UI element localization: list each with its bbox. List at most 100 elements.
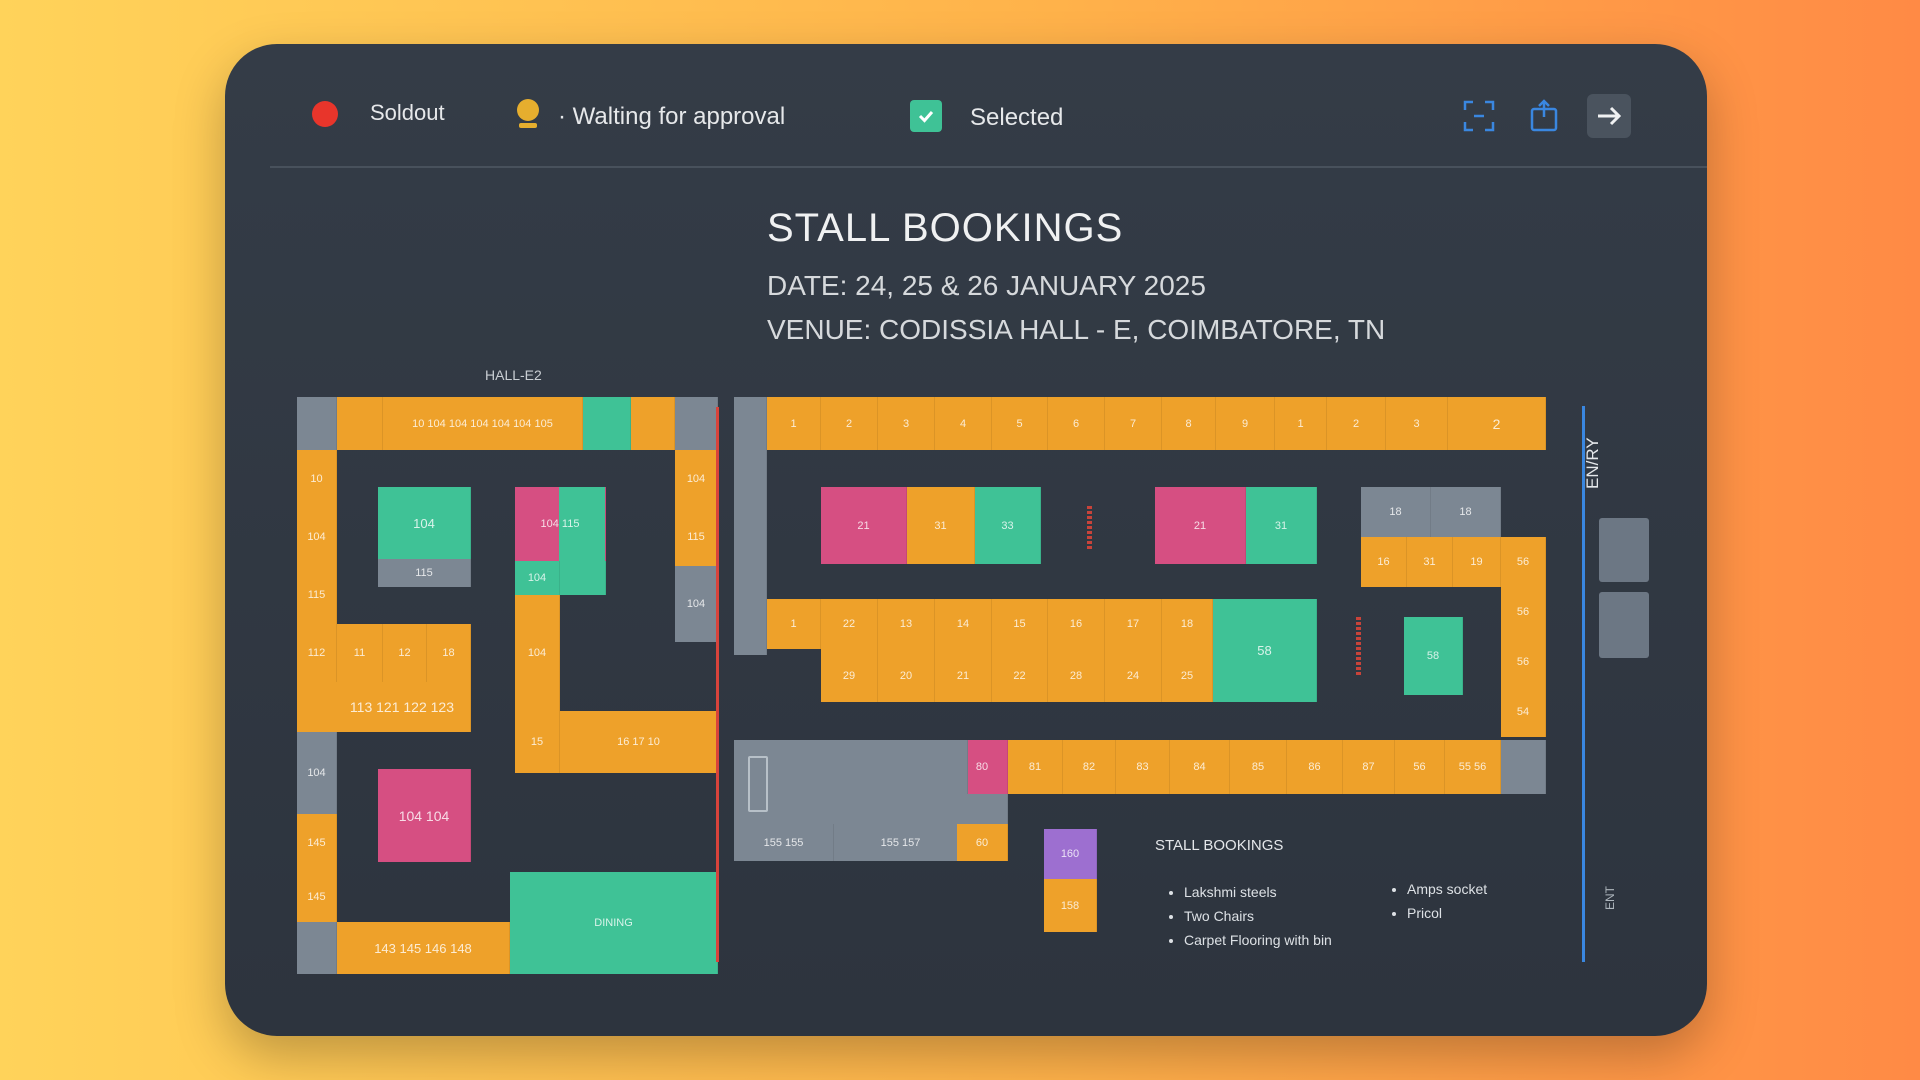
stall[interactable]: 14 [935, 599, 992, 649]
stall[interactable]: 3 [878, 397, 935, 450]
stall[interactable]: 155 155 [734, 824, 834, 861]
stall[interactable]: 15 [515, 711, 560, 773]
stall[interactable]: 12 [383, 624, 427, 682]
stall[interactable]: 1 [1275, 397, 1327, 450]
stall[interactable]: 160 [1044, 829, 1097, 879]
stall[interactable]: 112 [297, 624, 337, 682]
stall[interactable]: 56 [1501, 587, 1546, 637]
stall[interactable]: 22 [992, 649, 1048, 702]
stall[interactable] [297, 397, 337, 450]
stall[interactable]: 25 [1162, 649, 1213, 702]
entry-gate[interactable] [1599, 592, 1649, 658]
stall[interactable]: 8 [1162, 397, 1216, 450]
stall[interactable]: 21 [935, 649, 992, 702]
dining-area[interactable]: DINING [510, 872, 718, 974]
stall[interactable]: 18 [1361, 487, 1431, 537]
scan-icon[interactable] [1457, 94, 1501, 138]
stall[interactable] [957, 794, 1008, 824]
stall[interactable]: 6 [1048, 397, 1105, 450]
stall[interactable]: 24 [1105, 649, 1162, 702]
stall[interactable] [675, 397, 718, 450]
stall[interactable]: 104 [297, 732, 337, 814]
stall[interactable]: 58 [1213, 599, 1317, 702]
stall[interactable]: 82 [1063, 740, 1116, 794]
stall[interactable]: 145 [297, 872, 337, 922]
stall[interactable] [734, 397, 767, 655]
stall[interactable]: 11 [337, 624, 383, 682]
stall[interactable]: 19 [1453, 537, 1501, 587]
stall[interactable]: 55 56 [1445, 740, 1501, 794]
stall[interactable]: 104 [515, 561, 560, 595]
stall[interactable]: 10 [297, 450, 337, 508]
stall[interactable]: 115 [675, 508, 718, 566]
stall[interactable]: 104 [675, 566, 718, 642]
stall[interactable]: 86 [1287, 740, 1343, 794]
stall[interactable]: 83 [1116, 740, 1170, 794]
stall[interactable]: 115 [378, 559, 471, 587]
stall[interactable] [560, 561, 606, 595]
stall[interactable]: 104 104 [378, 769, 471, 862]
stall[interactable]: 33 [975, 487, 1041, 564]
stall[interactable]: 10 104 104 104 104 104 105 [383, 397, 583, 450]
stall[interactable]: 113 121 122 123 [297, 682, 471, 732]
stall[interactable]: 18 [1431, 487, 1501, 537]
stall[interactable] [337, 397, 383, 450]
stall[interactable] [297, 922, 337, 974]
stall[interactable]: 145 [297, 814, 337, 872]
stall[interactable]: 15 [992, 599, 1048, 649]
stall[interactable]: 56 [1501, 637, 1546, 687]
stall[interactable]: 21 [821, 487, 907, 564]
stall[interactable]: 104 [515, 595, 560, 711]
arrow-right-icon[interactable] [1587, 94, 1631, 138]
stall[interactable]: 87 [1343, 740, 1395, 794]
stall[interactable]: 155 157 [834, 824, 968, 861]
stall[interactable]: 29 [821, 649, 878, 702]
stall[interactable]: 31 [1407, 537, 1453, 587]
stall[interactable]: 84 [1170, 740, 1230, 794]
stall[interactable]: 58 [1404, 617, 1463, 695]
stall[interactable]: 13 [878, 599, 935, 649]
stall[interactable]: 22 [821, 599, 878, 649]
stall[interactable] [631, 397, 675, 450]
stall[interactable]: 115 [297, 566, 337, 624]
stall[interactable]: 9 [1216, 397, 1275, 450]
stall[interactable]: 17 [1105, 599, 1162, 649]
stall[interactable]: 1 [767, 599, 821, 649]
stall[interactable] [734, 740, 968, 824]
stall[interactable]: 54 [1501, 687, 1546, 737]
stall[interactable] [1501, 740, 1546, 794]
stall[interactable]: 18 [1162, 599, 1213, 649]
entry-gate[interactable] [1599, 518, 1649, 582]
stall[interactable] [583, 397, 631, 450]
stall[interactable]: 20 [878, 649, 935, 702]
stall[interactable]: 16 17 10 [560, 711, 718, 773]
stall[interactable]: 3 [1386, 397, 1448, 450]
stall[interactable]: 158 [1044, 879, 1097, 932]
stall[interactable]: 16 [1361, 537, 1407, 587]
stall[interactable]: 16 [1048, 599, 1105, 649]
stall[interactable]: 143 145 146 148 [337, 922, 510, 974]
stall[interactable]: 7 [1105, 397, 1162, 450]
stall[interactable]: 104 [297, 508, 337, 566]
stall[interactable]: 104 [675, 450, 718, 508]
stall[interactable]: 28 [1048, 649, 1105, 702]
stall[interactable]: 60 [957, 824, 1008, 861]
stall[interactable]: 56 [1395, 740, 1445, 794]
stall[interactable]: 81 [1008, 740, 1063, 794]
stall[interactable]: 104 115 [515, 487, 606, 561]
stall[interactable]: 104 [378, 487, 471, 559]
stall[interactable]: 56 [1501, 537, 1546, 587]
stall[interactable]: 1 [767, 397, 821, 450]
stall[interactable]: 31 [907, 487, 975, 564]
stall[interactable]: 2 [821, 397, 878, 450]
stall[interactable]: 31 [1246, 487, 1317, 564]
stall[interactable]: 18 [427, 624, 471, 682]
stall[interactable]: 85 [1230, 740, 1287, 794]
stall[interactable]: 2 [1448, 397, 1546, 450]
stall[interactable]: 5 [992, 397, 1048, 450]
stall[interactable]: 21 [1155, 487, 1246, 564]
list-item: Lakshmi steels [1184, 884, 1404, 900]
share-icon[interactable] [1522, 94, 1566, 138]
stall[interactable]: 2 [1327, 397, 1386, 450]
stall[interactable]: 4 [935, 397, 992, 450]
